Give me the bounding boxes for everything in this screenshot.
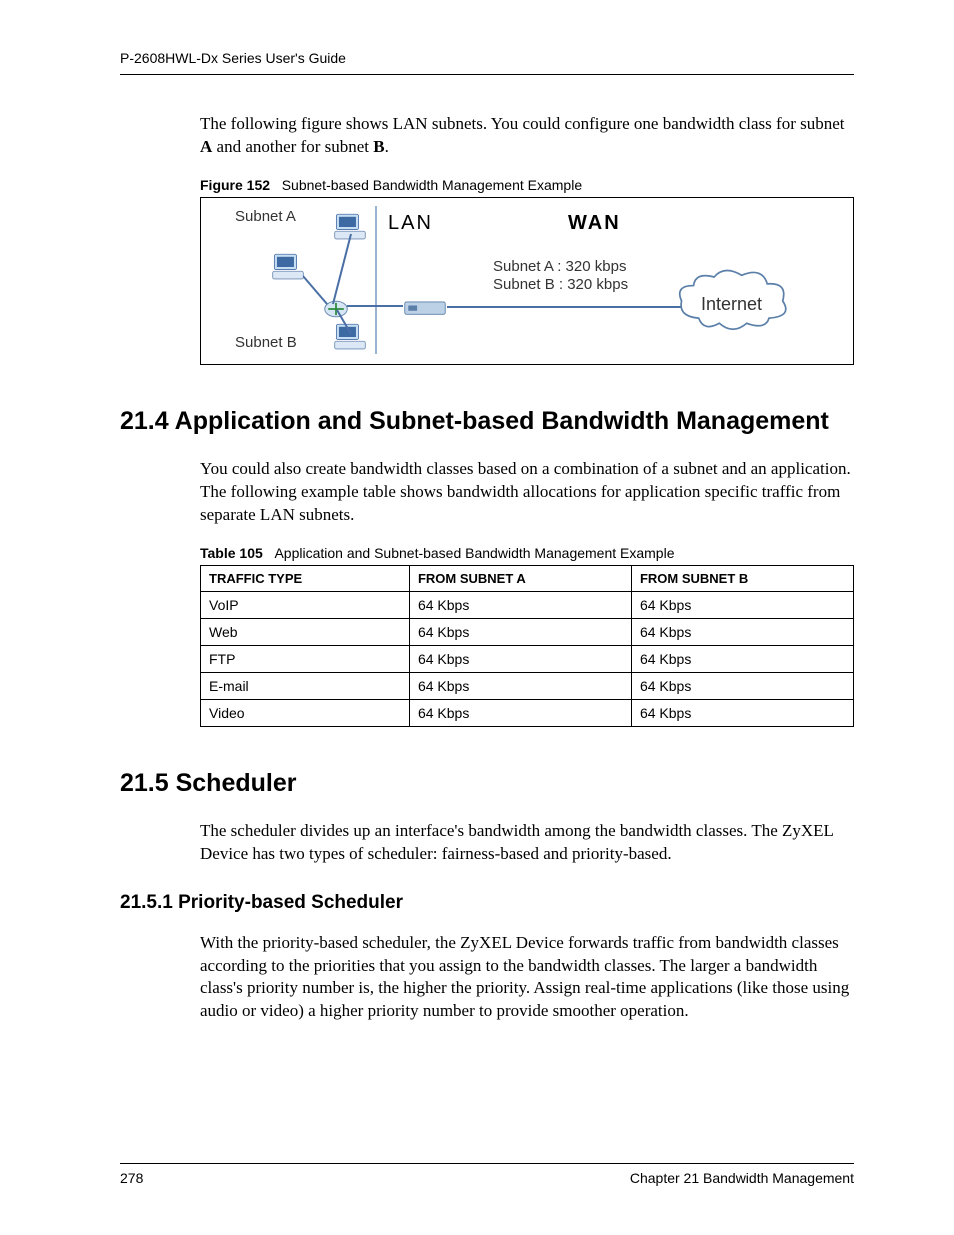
chapter-label: Chapter 21 Bandwidth Management	[630, 1170, 854, 1186]
page-number: 278	[120, 1170, 143, 1186]
text: .	[385, 137, 389, 156]
label-internet: Internet	[701, 294, 762, 315]
table-caption: Table 105 Application and Subnet-based B…	[200, 545, 854, 561]
sec214-paragraph: You could also create bandwidth classes …	[200, 458, 854, 527]
td: E-mail	[201, 672, 410, 699]
intro-block: The following figure shows LAN subnets. …	[200, 113, 854, 365]
intro-paragraph: The following figure shows LAN subnets. …	[200, 113, 854, 159]
table-105: TRAFFIC TYPE FROM SUBNET A FROM SUBNET B…	[200, 565, 854, 727]
text-bold: B	[373, 137, 384, 156]
table-row: Video 64 Kbps 64 Kbps	[201, 699, 854, 726]
label-bw-b: Subnet B : 320 kbps	[493, 276, 628, 293]
figure-diagram: Subnet A LAN WAN	[213, 206, 841, 356]
connection-line	[447, 306, 707, 308]
heading-21-4: 21.4 Application and Subnet-based Bandwi…	[120, 407, 854, 436]
lan-lines	[303, 226, 403, 336]
pc-icon	[271, 252, 305, 282]
sec214-block: You could also create bandwidth classes …	[200, 458, 854, 727]
td: VoIP	[201, 591, 410, 618]
figure-caption: Figure 152 Subnet-based Bandwidth Manage…	[200, 177, 854, 193]
td: Video	[201, 699, 410, 726]
table-row: E-mail 64 Kbps 64 Kbps	[201, 672, 854, 699]
td: 64 Kbps	[631, 672, 853, 699]
sec2151-block: With the priority-based scheduler, the Z…	[200, 932, 854, 1024]
page-footer: 278 Chapter 21 Bandwidth Management	[120, 1163, 854, 1186]
figure-label: Figure 152	[200, 177, 270, 193]
td: 64 Kbps	[409, 699, 631, 726]
heading-21-5: 21.5 Scheduler	[120, 769, 854, 798]
label-wan: WAN	[568, 212, 621, 235]
th-from-subnet-a: FROM SUBNET A	[409, 565, 631, 591]
td: 64 Kbps	[409, 645, 631, 672]
label-subnet-a: Subnet A	[235, 208, 296, 225]
table-title: Application and Subnet-based Bandwidth M…	[274, 545, 674, 561]
text: The following figure shows LAN subnets. …	[200, 114, 845, 133]
label-bw-a: Subnet A : 320 kbps	[493, 258, 626, 275]
table-header-row: TRAFFIC TYPE FROM SUBNET A FROM SUBNET B	[201, 565, 854, 591]
sec215-block: The scheduler divides up an interface's …	[200, 820, 854, 866]
label-subnet-b: Subnet B	[235, 334, 297, 351]
td: 64 Kbps	[631, 591, 853, 618]
sec2151-paragraph: With the priority-based scheduler, the Z…	[200, 932, 854, 1024]
td: 64 Kbps	[631, 645, 853, 672]
table-row: Web 64 Kbps 64 Kbps	[201, 618, 854, 645]
td: 64 Kbps	[409, 618, 631, 645]
td: FTP	[201, 645, 410, 672]
table-label: Table 105	[200, 545, 263, 561]
modem-icon	[403, 300, 447, 318]
heading-21-5-1: 21.5.1 Priority-based Scheduler	[120, 892, 854, 914]
table-row: FTP 64 Kbps 64 Kbps	[201, 645, 854, 672]
td: Web	[201, 618, 410, 645]
running-header: P-2608HWL-Dx Series User's Guide	[120, 50, 854, 75]
table-row: VoIP 64 Kbps 64 Kbps	[201, 591, 854, 618]
th-traffic-type: TRAFFIC TYPE	[201, 565, 410, 591]
page: P-2608HWL-Dx Series User's Guide The fol…	[0, 0, 954, 1226]
figure-title: Subnet-based Bandwidth Management Exampl…	[282, 177, 582, 193]
th-from-subnet-b: FROM SUBNET B	[631, 565, 853, 591]
sec215-paragraph: The scheduler divides up an interface's …	[200, 820, 854, 866]
td: 64 Kbps	[409, 672, 631, 699]
figure-152: Subnet A LAN WAN	[200, 197, 854, 365]
text-bold: A	[200, 137, 212, 156]
td: 64 Kbps	[409, 591, 631, 618]
td: 64 Kbps	[631, 699, 853, 726]
td: 64 Kbps	[631, 618, 853, 645]
text: and another for subnet	[212, 137, 373, 156]
